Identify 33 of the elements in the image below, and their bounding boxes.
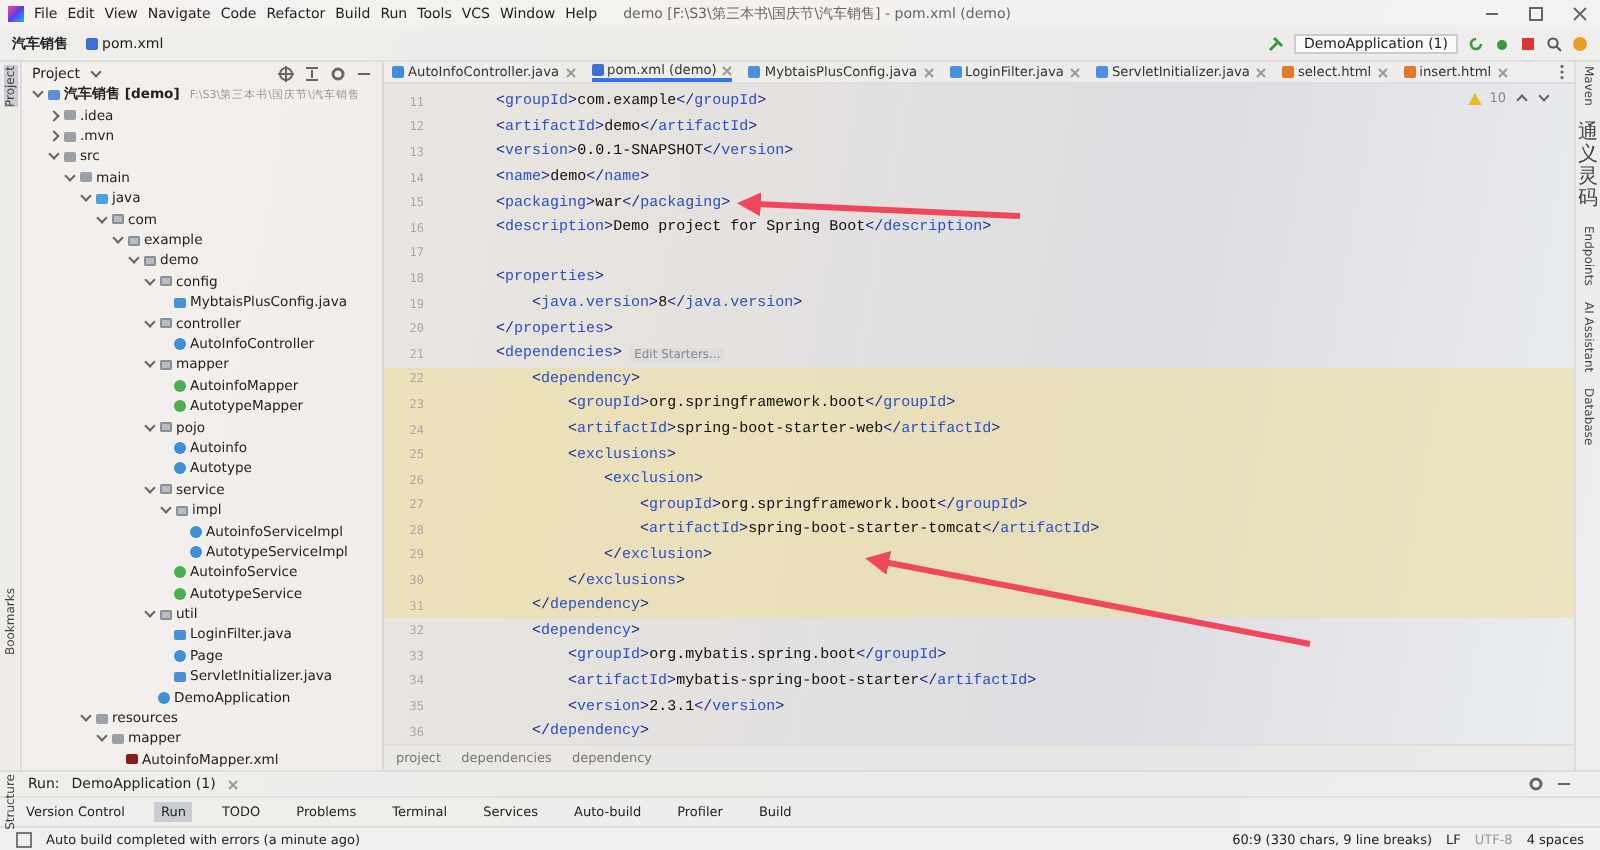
- expand-arrow-icon[interactable]: [79, 190, 91, 203]
- folder-icon: [160, 359, 172, 370]
- file-icon: [174, 337, 186, 350]
- file-icon: [86, 38, 98, 50]
- folder-icon: [160, 422, 172, 433]
- expand-arrow-icon[interactable]: [143, 606, 155, 618]
- file-icon: [126, 754, 138, 765]
- next-icon[interactable]: [1537, 90, 1549, 102]
- hammer-icon[interactable]: [1267, 36, 1284, 52]
- expand-arrow-icon[interactable]: [143, 357, 155, 369]
- more-icon[interactable]: [1558, 64, 1566, 80]
- rerun-icon[interactable]: [1468, 36, 1484, 52]
- expand-arrow-icon[interactable]: [31, 86, 43, 99]
- expand-arrow-icon[interactable]: [95, 731, 107, 743]
- expand-arrow-icon[interactable]: [79, 710, 91, 722]
- previous-icon[interactable]: [1515, 94, 1527, 106]
- expand-arrow-icon[interactable]: [159, 502, 171, 514]
- maximize-icon[interactable]: [1528, 6, 1544, 22]
- collapse-icon[interactable]: [304, 65, 320, 82]
- stop-icon[interactable]: [1520, 36, 1536, 52]
- close-icon[interactable]: [1572, 6, 1588, 22]
- expand-arrow-icon[interactable]: [47, 149, 59, 161]
- app-logo-icon: [8, 6, 24, 22]
- expand-arrow-icon[interactable]: [127, 253, 139, 265]
- crosshair-icon[interactable]: [278, 65, 294, 82]
- folder-icon: [160, 318, 172, 329]
- tool-window-tab[interactable]: 通义灵码: [1578, 121, 1598, 210]
- search-icon[interactable]: [1546, 36, 1562, 52]
- folder-icon: [160, 609, 172, 620]
- status-icon[interactable]: [16, 831, 32, 847]
- expand-arrow-icon[interactable]: [111, 232, 123, 244]
- file-icon: [174, 297, 186, 308]
- expand-arrow-icon[interactable]: [63, 170, 75, 182]
